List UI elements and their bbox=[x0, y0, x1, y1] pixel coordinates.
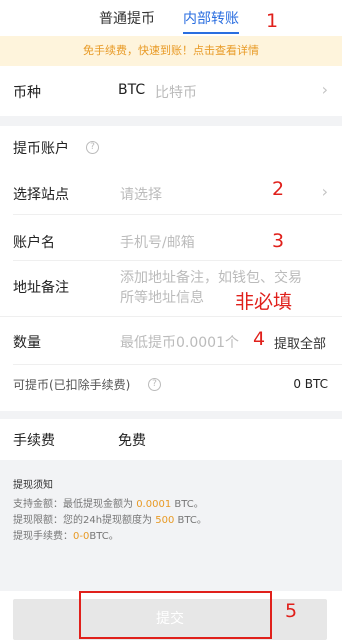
available-value: 0 BTC bbox=[293, 377, 328, 391]
quantity-label: 数量 bbox=[13, 335, 41, 351]
annotation-3: 3 bbox=[272, 230, 285, 252]
annotation-1: 1 bbox=[266, 10, 279, 32]
withdraw-all-button[interactable]: 提取全部 bbox=[274, 333, 326, 352]
annotation-optional: 非必填 bbox=[235, 291, 293, 313]
annotation-5: 5 bbox=[285, 600, 298, 622]
remark-input-line1[interactable]: 添加地址备注，如钱包、交易 bbox=[120, 267, 302, 287]
account-input[interactable]: 手机号/邮箱 bbox=[120, 232, 195, 252]
chevron-right-icon: › bbox=[321, 80, 328, 99]
currency-code: BTC bbox=[118, 82, 146, 98]
currency-label: 币种 bbox=[13, 85, 41, 101]
tab-internal-transfer[interactable]: 内部转账 bbox=[183, 8, 239, 28]
chevron-right-icon: › bbox=[321, 182, 328, 201]
fee-label: 手续费 bbox=[13, 433, 55, 449]
divider bbox=[13, 214, 342, 215]
site-label: 选择站点 bbox=[13, 187, 69, 203]
help-circle-icon[interactable]: ? bbox=[86, 141, 99, 154]
promo-banner[interactable]: 免手续费，快速到账！点击查看详情 bbox=[0, 36, 342, 66]
tab-normal-withdraw[interactable]: 普通提币 bbox=[99, 8, 155, 28]
divider bbox=[13, 364, 342, 365]
remark-label: 地址备注 bbox=[13, 280, 69, 296]
notice-fee: 提现手续费：0-0BTC。 bbox=[13, 531, 119, 542]
currency-name: 比特币 bbox=[155, 85, 197, 101]
remark-input-line2[interactable]: 所等地址信息 bbox=[120, 287, 204, 307]
quantity-input[interactable]: 最低提币0.0001个 bbox=[120, 332, 239, 352]
tab-bar: 普通提币 内部转账 bbox=[0, 0, 342, 36]
help-circle-icon[interactable]: ? bbox=[148, 378, 161, 391]
notice-title: 提现须知 bbox=[13, 480, 53, 491]
available-label: 可提币(已扣除手续费) bbox=[13, 378, 131, 392]
annotation-highlight-box bbox=[79, 591, 272, 639]
currency-row[interactable]: 币种 BTC 比特币 › bbox=[0, 66, 342, 116]
quantity-section: 数量 最低提币0.0001个 提取全部 可提币(已扣除手续费) ? 0 BTC bbox=[0, 316, 342, 411]
divider bbox=[0, 316, 342, 317]
notice-min-amount: 支持金额：最低提现金额为 0.0001 BTC。 bbox=[13, 499, 204, 510]
account-label: 账户名 bbox=[13, 235, 55, 251]
site-select[interactable]: 请选择 bbox=[120, 184, 162, 204]
fee-row: 手续费 免费 bbox=[0, 419, 342, 460]
notice-limit: 提现限额：您的24h提现额度为 500 BTC。 bbox=[13, 515, 207, 526]
active-tab-indicator bbox=[183, 32, 239, 34]
annotation-2: 2 bbox=[272, 178, 285, 200]
annotation-4: 4 bbox=[253, 328, 266, 350]
divider bbox=[13, 260, 342, 261]
account-section-label: 提币账户 bbox=[13, 141, 69, 157]
fee-value: 免费 bbox=[118, 433, 146, 449]
